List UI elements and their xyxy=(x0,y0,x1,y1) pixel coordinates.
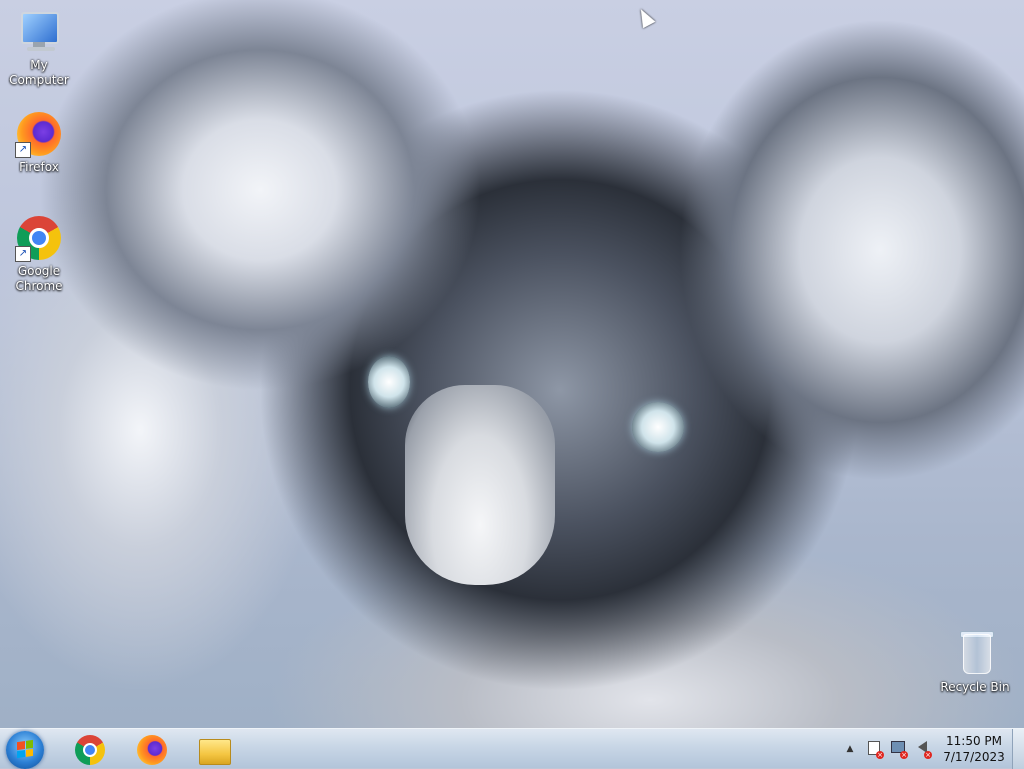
start-button[interactable] xyxy=(6,731,44,769)
action-center-icon[interactable]: × xyxy=(866,741,884,759)
chrome-icon: ↗ xyxy=(15,214,63,262)
desktop-icon-recycle-bin[interactable]: Recycle Bin xyxy=(937,630,1013,695)
desktop-icon-my-computer[interactable]: My Computer xyxy=(1,8,77,88)
windows-start-icon xyxy=(17,739,33,759)
desktop-wallpaper xyxy=(0,0,1024,728)
desktop-icon-google-chrome[interactable]: ↗ Google Chrome xyxy=(1,214,77,294)
volume-muted-icon[interactable]: × xyxy=(914,741,932,759)
recycle-bin-icon xyxy=(951,630,999,678)
folder-icon xyxy=(199,739,231,765)
desktop-icon-firefox[interactable]: ↗ Firefox xyxy=(1,110,77,175)
clock-time: 11:50 PM xyxy=(946,734,1002,748)
taskbar-clock[interactable]: 11:50 PM 7/17/2023 xyxy=(938,733,1010,765)
desktop-icon-label: Firefox xyxy=(19,160,59,174)
taskbar-chrome-button[interactable] xyxy=(62,731,114,767)
show-hidden-icons-button[interactable]: ▲ xyxy=(842,741,858,757)
desktop-icon-label: My Computer xyxy=(9,58,69,87)
taskbar-firefox-button[interactable] xyxy=(124,731,176,767)
wallpaper-nose xyxy=(405,385,555,585)
shortcut-arrow-icon: ↗ xyxy=(15,246,31,262)
chrome-icon xyxy=(75,735,105,765)
computer-icon xyxy=(15,8,63,56)
clock-date: 7/17/2023 xyxy=(943,750,1005,764)
wallpaper-eye-right xyxy=(632,402,684,452)
taskbar-explorer-button[interactable] xyxy=(186,731,238,767)
network-icon[interactable]: × xyxy=(890,741,908,759)
system-tray: ▲ × × × xyxy=(840,729,936,769)
firefox-icon: ↗ xyxy=(15,110,63,158)
show-desktop-button[interactable] xyxy=(1012,729,1024,769)
wallpaper-eye-left xyxy=(368,356,410,408)
desktop-icon-label: Google Chrome xyxy=(15,264,63,293)
taskbar: ▲ × × × 11:50 PM 7/17/2023 xyxy=(0,728,1024,769)
desktop-icon-label: Recycle Bin xyxy=(940,680,1010,694)
shortcut-arrow-icon: ↗ xyxy=(15,142,31,158)
firefox-icon xyxy=(137,735,167,765)
